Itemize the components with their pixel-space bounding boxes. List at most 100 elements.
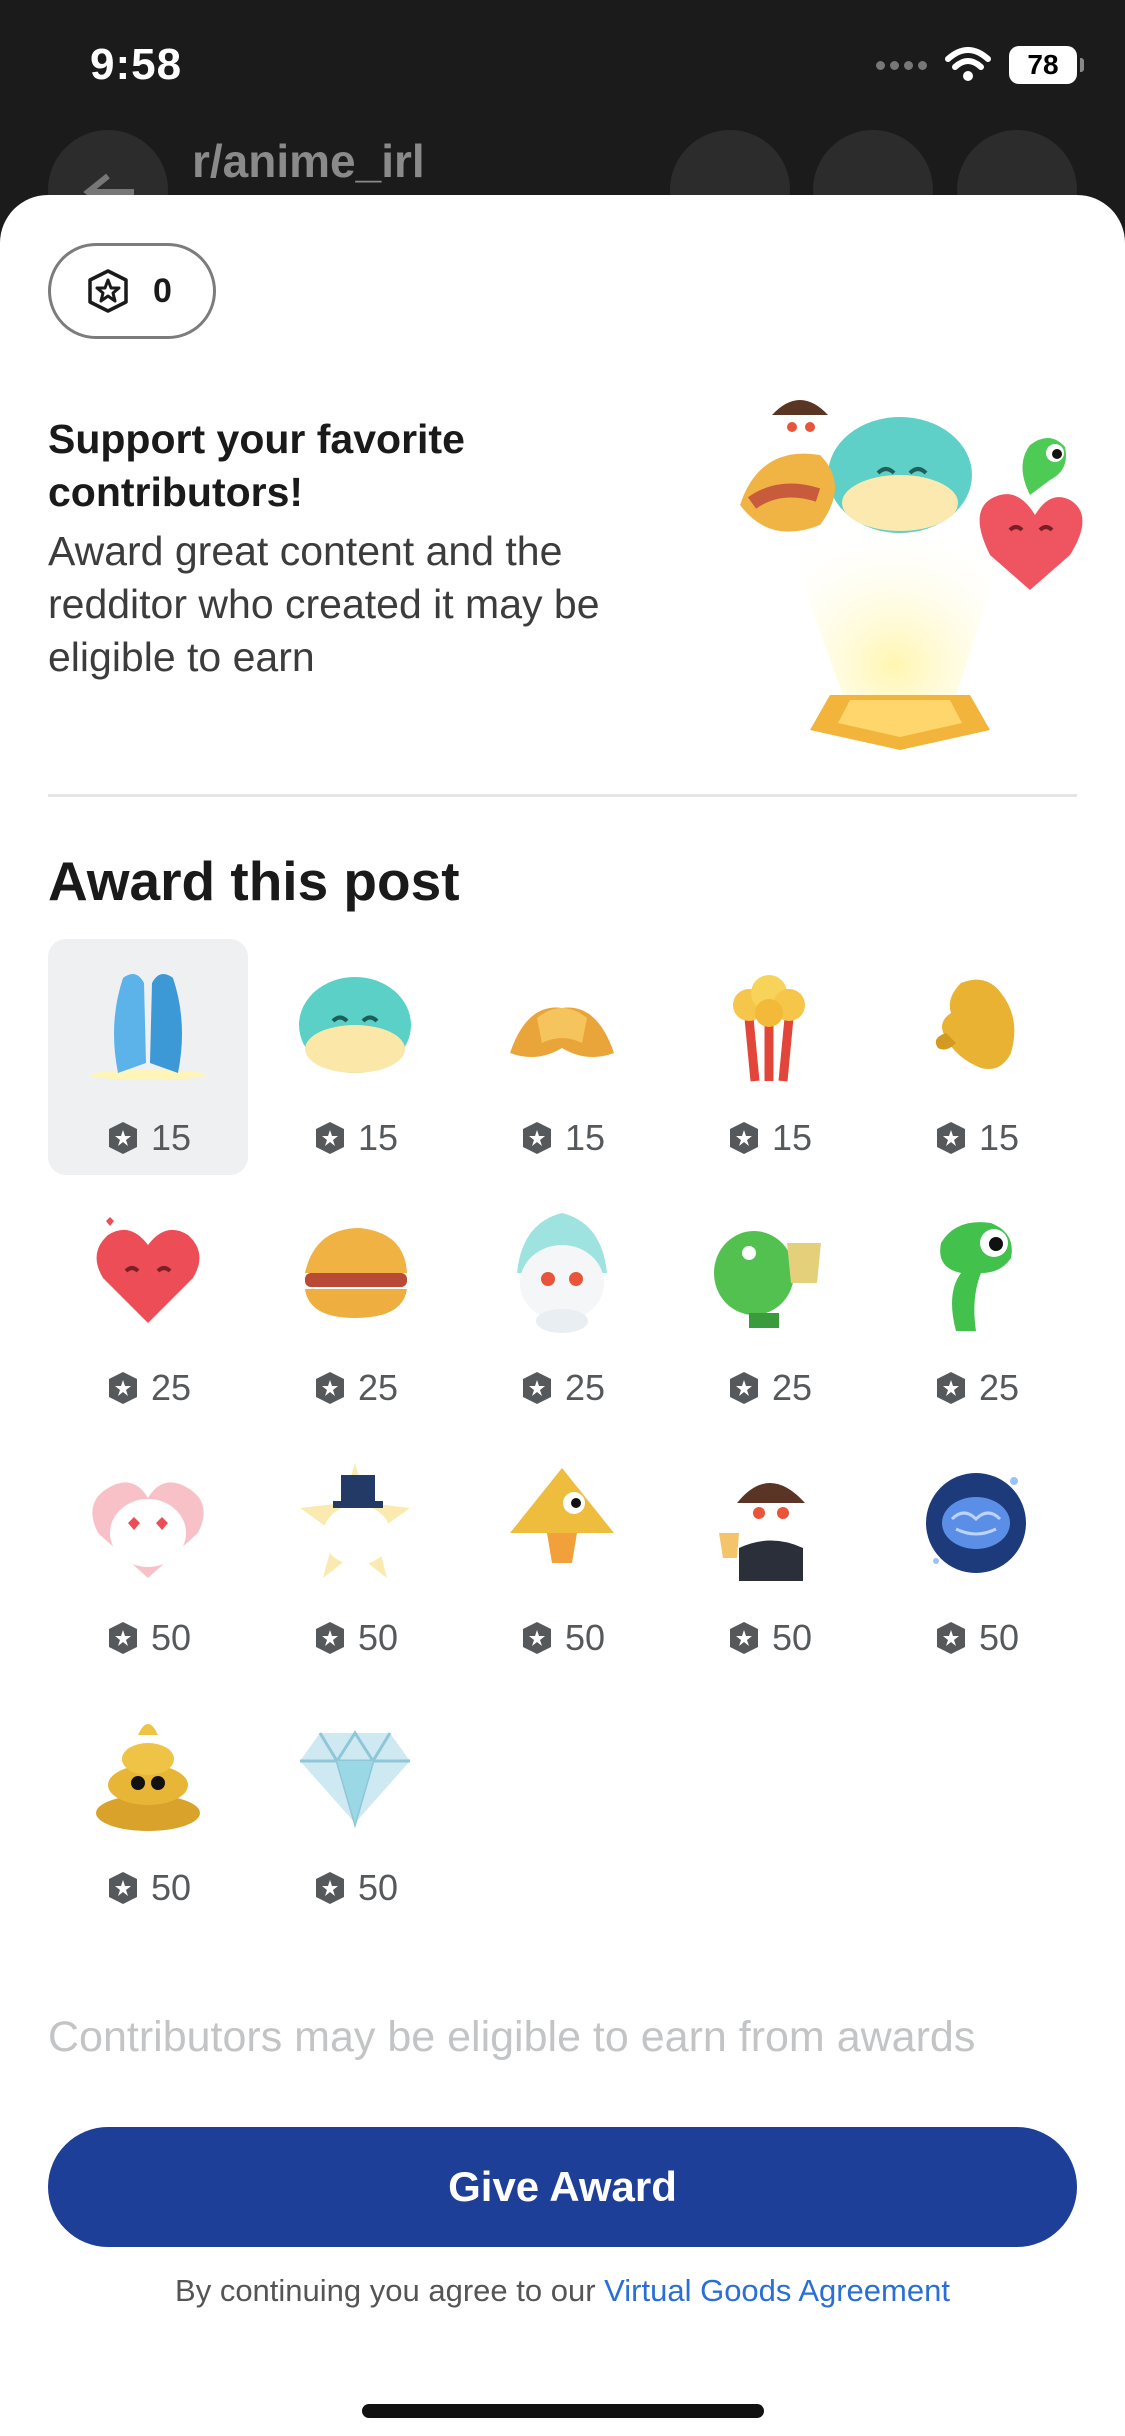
pyramid-eye-icon — [510, 1468, 614, 1563]
award-price-value: 25 — [150, 1367, 192, 1408]
gold-balance[interactable]: 0 — [48, 243, 216, 339]
intro-title: Support your favorite contributors! — [48, 416, 465, 515]
award-price-value: 50 — [150, 1617, 192, 1658]
award-praying-hands[interactable]: 15 — [48, 939, 248, 1175]
award-pyramid-eye[interactable]: 50 — [462, 1439, 662, 1675]
status-time: 9:58 — [90, 40, 183, 89]
gold-coin-icon — [315, 1622, 344, 1654]
gold-coin-icon — [936, 1622, 965, 1654]
award-price: 15 — [255, 1117, 455, 1159]
status-indicators: 78 — [876, 46, 1084, 84]
award-burger[interactable]: 25 — [255, 1189, 455, 1425]
wifi-icon — [945, 47, 991, 81]
burger-icon — [305, 1228, 407, 1318]
award-price-value: 15 — [150, 1117, 192, 1158]
agreement-prefix: By continuing you agree to our — [175, 2273, 605, 2308]
award-price-value: 15 — [357, 1117, 399, 1158]
gold-coin-icon — [522, 1622, 551, 1654]
battery-icon: 78 — [1009, 46, 1084, 84]
award-price-value: 50 — [150, 1867, 192, 1908]
award-green-snake[interactable]: 25 — [876, 1189, 1076, 1425]
footer-note: Contributors may be eligible to earn fro… — [48, 2013, 976, 2061]
status-bar: 9:58 78 — [0, 0, 1125, 140]
award-price: 50 — [876, 1617, 1076, 1659]
award-seal[interactable]: 15 — [255, 939, 455, 1175]
gold-coin-icon — [315, 1372, 344, 1404]
gold-coin-icon — [108, 1122, 137, 1154]
gold-coin-icon — [108, 1622, 137, 1654]
galaxy-brain-icon — [926, 1473, 1026, 1573]
award-price-value: 50 — [357, 1867, 399, 1908]
award-price: 50 — [669, 1617, 869, 1659]
award-price: 25 — [48, 1367, 248, 1409]
award-price-value: 15 — [978, 1117, 1020, 1158]
section-title: Award this post — [48, 850, 460, 912]
award-price-value: 50 — [978, 1617, 1020, 1658]
award-popcorn[interactable]: 15 — [669, 939, 869, 1175]
balance-value: 0 — [153, 271, 172, 310]
award-price: 25 — [669, 1367, 869, 1409]
award-heart[interactable]: 25 — [48, 1189, 248, 1425]
gold-coin-icon — [315, 1872, 344, 1904]
awards-hero-illustration — [740, 395, 1083, 750]
award-gold-hand[interactable]: 15 — [876, 939, 1076, 1175]
gold-poop-icon — [96, 1724, 200, 1831]
award-price-value: 15 — [771, 1117, 813, 1158]
award-price-value: 25 — [564, 1367, 606, 1408]
gold-coin-icon — [729, 1622, 758, 1654]
award-price-value: 50 — [564, 1617, 606, 1658]
intro-body: Award great content and the redditor who… — [48, 528, 600, 680]
award-handshake[interactable]: 15 — [462, 939, 662, 1175]
gold-coin-icon — [522, 1372, 551, 1404]
award-price: 50 — [48, 1867, 248, 1909]
award-diamond[interactable]: 50 — [255, 1689, 455, 1925]
handshake-icon — [510, 1007, 614, 1057]
award-price-value: 25 — [771, 1367, 813, 1408]
cellular-signal-icon — [876, 60, 927, 70]
award-sheet: 0 Support your favorite contributors! Aw… — [0, 195, 1125, 2436]
award-price-value: 25 — [357, 1367, 399, 1408]
give-award-button[interactable]: Give Award — [48, 2127, 1077, 2247]
award-price: 25 — [876, 1367, 1076, 1409]
award-snoo-tophat[interactable]: 50 — [255, 1439, 455, 1675]
divider — [48, 794, 1077, 797]
gold-coin-icon — [108, 1372, 137, 1404]
award-price-value: 15 — [564, 1117, 606, 1158]
award-gold-poop[interactable]: 50 — [48, 1689, 248, 1925]
award-price: 15 — [669, 1117, 869, 1159]
snoo-tuxedo-icon — [719, 1479, 807, 1581]
gold-coin-icon — [729, 1122, 758, 1154]
gold-coin-icon — [315, 1122, 344, 1154]
award-snoo-fire[interactable]: 25 — [462, 1189, 662, 1425]
gold-coin-icon — [88, 269, 128, 313]
praying-hands-icon — [90, 974, 206, 1080]
award-price: 15 — [48, 1117, 248, 1159]
award-price: 50 — [255, 1617, 455, 1659]
subreddit-title: r/anime_irl — [192, 135, 425, 187]
snoo-tophat-icon — [300, 1463, 410, 1578]
award-price: 50 — [255, 1867, 455, 1909]
award-galaxy-brain[interactable]: 50 — [876, 1439, 1076, 1675]
virtual-goods-agreement-link[interactable]: Virtual Goods Agreement — [604, 2273, 950, 2308]
award-price: 15 — [462, 1117, 662, 1159]
seal-icon — [299, 977, 411, 1073]
gold-coin-icon — [522, 1122, 551, 1154]
snoo-hearts-icon — [92, 1482, 204, 1578]
gold-coin-icon — [936, 1122, 965, 1154]
award-snoo-hearts[interactable]: 50 — [48, 1439, 248, 1675]
gold-coin-icon — [936, 1372, 965, 1404]
frog-drink-icon — [714, 1231, 821, 1328]
diamond-icon — [300, 1730, 410, 1829]
home-indicator[interactable] — [362, 2404, 764, 2418]
snoo-fire-icon — [517, 1213, 607, 1333]
award-price: 50 — [48, 1617, 248, 1659]
gold-hand-icon — [935, 979, 1015, 1069]
award-price: 15 — [876, 1117, 1076, 1159]
popcorn-icon — [733, 975, 805, 1082]
award-price: 50 — [462, 1617, 662, 1659]
award-frog-drink[interactable]: 25 — [669, 1189, 869, 1425]
award-snoo-tuxedo[interactable]: 50 — [669, 1439, 869, 1675]
agreement-text: By continuing you agree to our Virtual G… — [0, 2273, 1125, 2309]
green-snake-icon — [940, 1222, 1012, 1331]
heart-icon — [96, 1217, 200, 1323]
